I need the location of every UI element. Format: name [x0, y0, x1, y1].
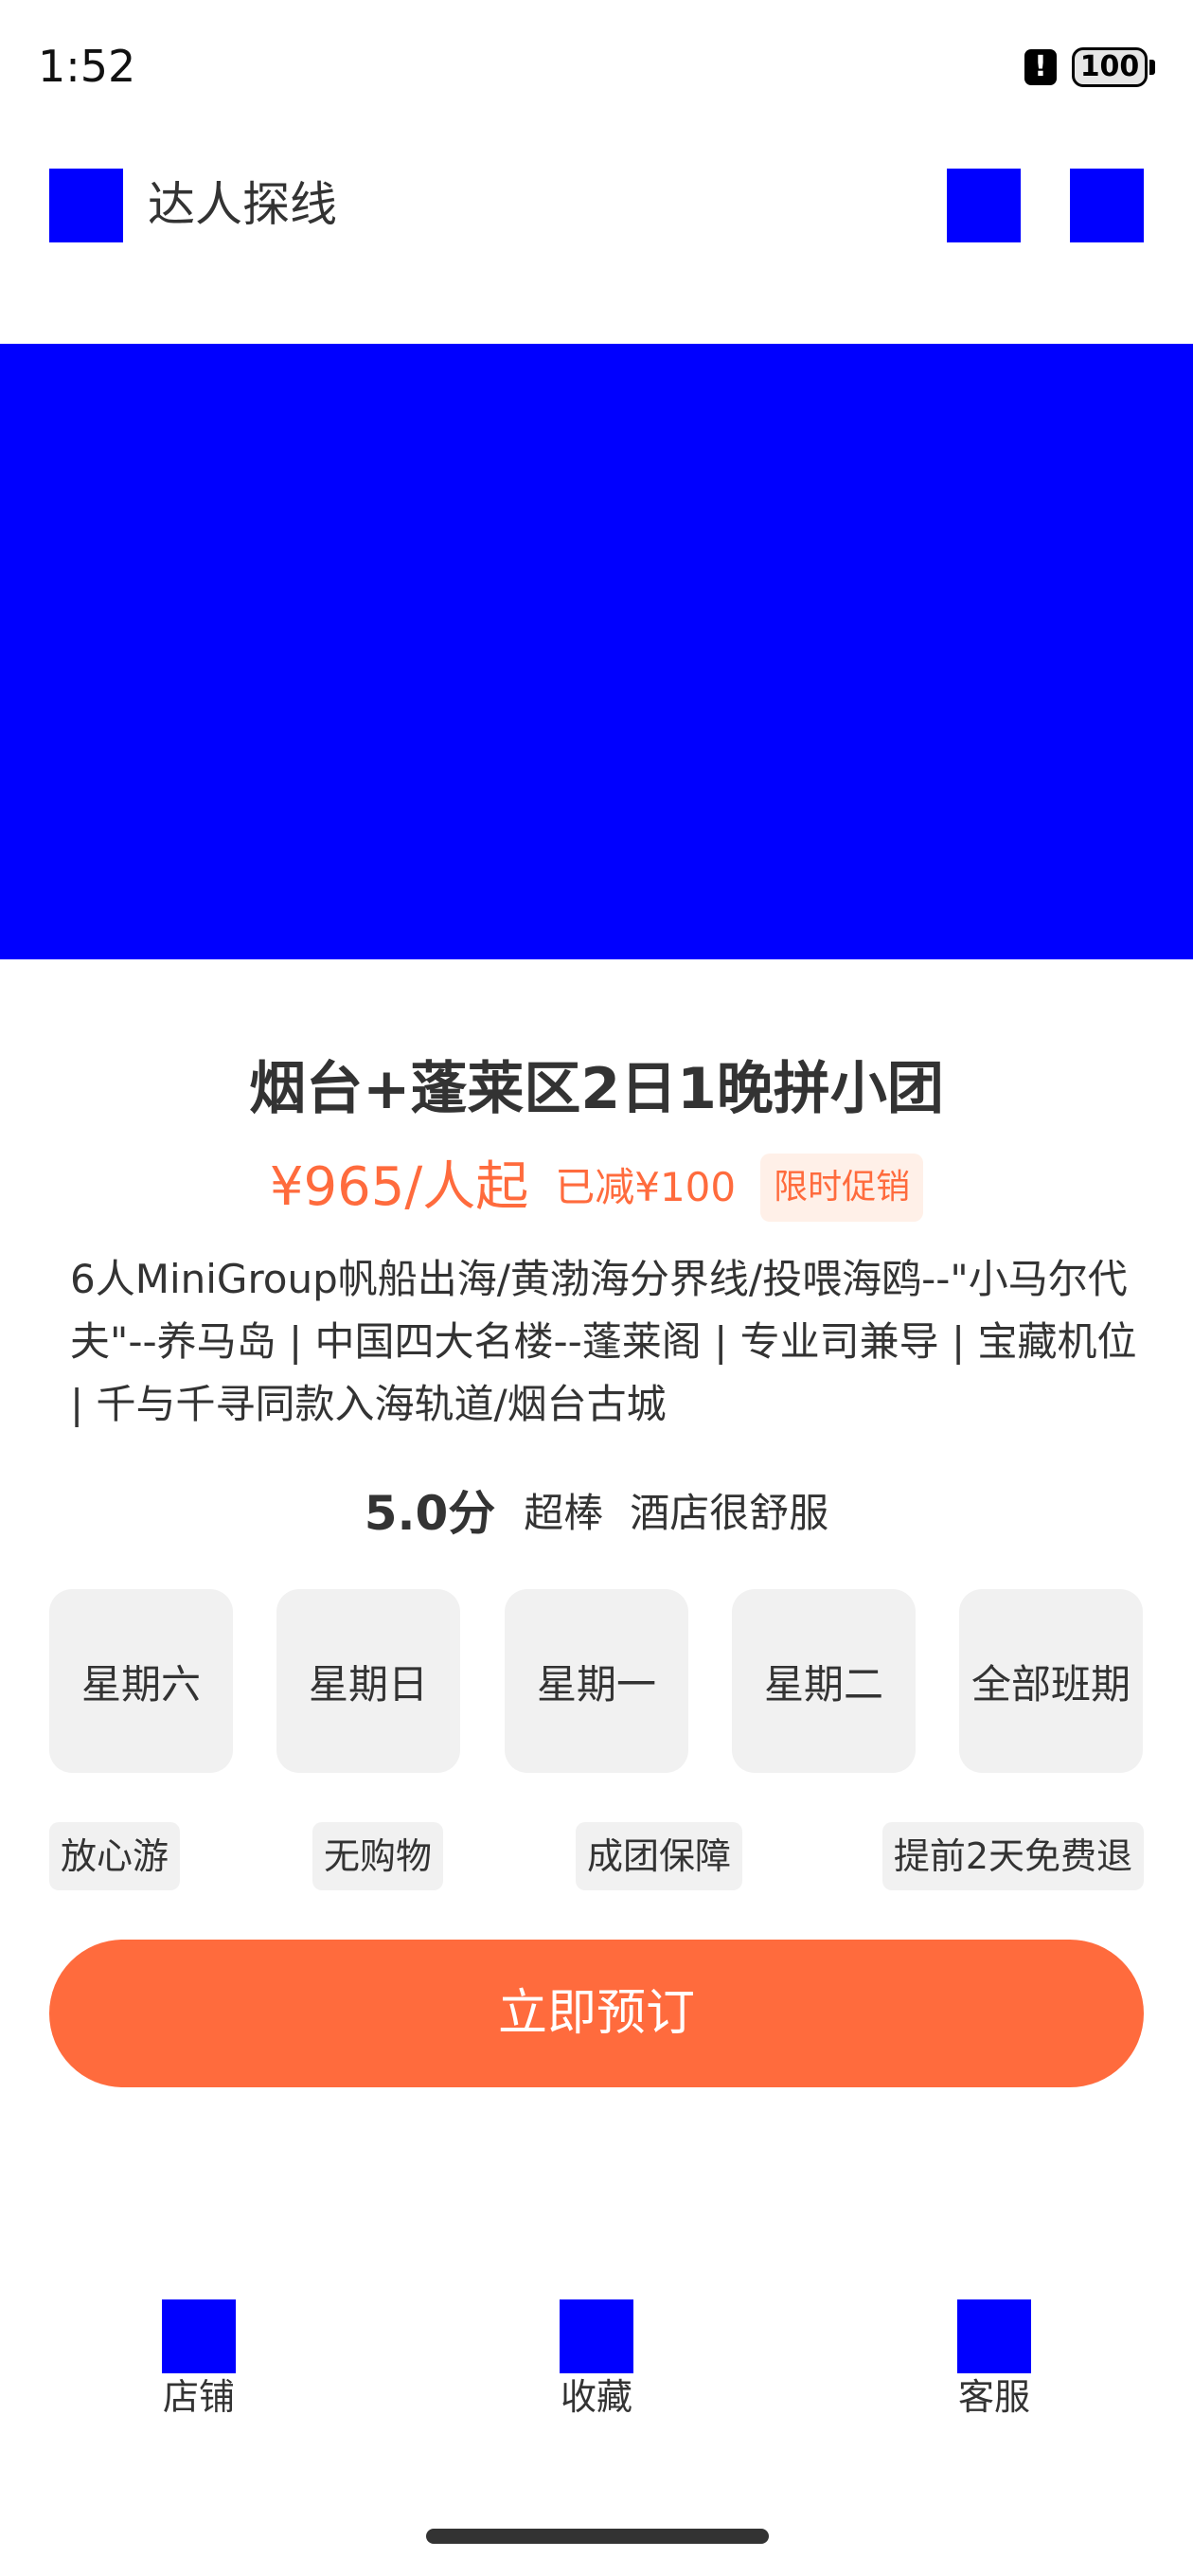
battery-level: 100 [1079, 50, 1140, 83]
nav-customer-service[interactable]: 客服 [928, 2299, 1060, 2423]
product-description: 6人MiniGroup帆船出海/黄渤海分界线/投喂海鸥--"小马尔代夫"--养马… [70, 1256, 1137, 1427]
favorite-icon [560, 2299, 633, 2373]
more-icon[interactable] [1070, 169, 1144, 242]
status-time: 1:52 [38, 41, 136, 92]
tag-worry-free: 放心游 [49, 1822, 181, 1890]
status-bar: 1:52 ! 100 [0, 0, 1193, 133]
tag-free-refund: 提前2天免费退 [881, 1822, 1144, 1890]
back-icon[interactable] [49, 169, 123, 242]
page-title: 达人探线 [148, 177, 337, 232]
share-icon[interactable] [947, 169, 1021, 242]
store-icon [162, 2299, 236, 2373]
alert-icon: ! [1024, 49, 1057, 85]
tag-group-guarantee: 成团保障 [576, 1822, 743, 1890]
customer-service-icon [957, 2299, 1031, 2373]
hero-image[interactable] [0, 344, 1193, 959]
nav-customer-service-label: 客服 [957, 2376, 1030, 2418]
nav-favorite-label: 收藏 [560, 2376, 632, 2418]
battery-tip [1149, 60, 1155, 75]
date-chip-monday[interactable]: 星期一 [505, 1589, 688, 1773]
rating-label: 超棒 [524, 1489, 604, 1536]
rating-score: 5.0分 [364, 1486, 496, 1541]
price-row: ¥965/人起 已减¥100 限时促销 [0, 1150, 1193, 1225]
rating-row[interactable]: 5.0分 超棒 酒店很舒服 [0, 1472, 1193, 1547]
date-chip-sunday[interactable]: 星期日 [276, 1589, 460, 1773]
nav-store[interactable]: 店铺 [133, 2299, 265, 2423]
book-now-button[interactable]: 立即预订 [49, 1940, 1144, 2087]
nav-store-label: 店铺 [162, 2376, 235, 2418]
date-chip-tuesday[interactable]: 星期二 [732, 1589, 916, 1773]
promo-badge: 限时促销 [760, 1154, 924, 1222]
home-indicator[interactable] [426, 2529, 769, 2544]
product-title: 烟台+蓬莱区2日1晚拼小团 [249, 1056, 944, 1122]
nav-favorite[interactable]: 收藏 [530, 2299, 663, 2423]
date-chip-saturday[interactable]: 星期六 [49, 1589, 233, 1773]
date-chip-all-dates[interactable]: 全部班期 [959, 1589, 1143, 1773]
rating-comment: 酒店很舒服 [630, 1489, 829, 1536]
price: ¥965/人起 [269, 1156, 529, 1218]
tag-no-shopping: 无购物 [312, 1822, 444, 1890]
discount-text: 已减¥100 [555, 1164, 737, 1210]
battery-icon: 100 [1072, 47, 1148, 87]
